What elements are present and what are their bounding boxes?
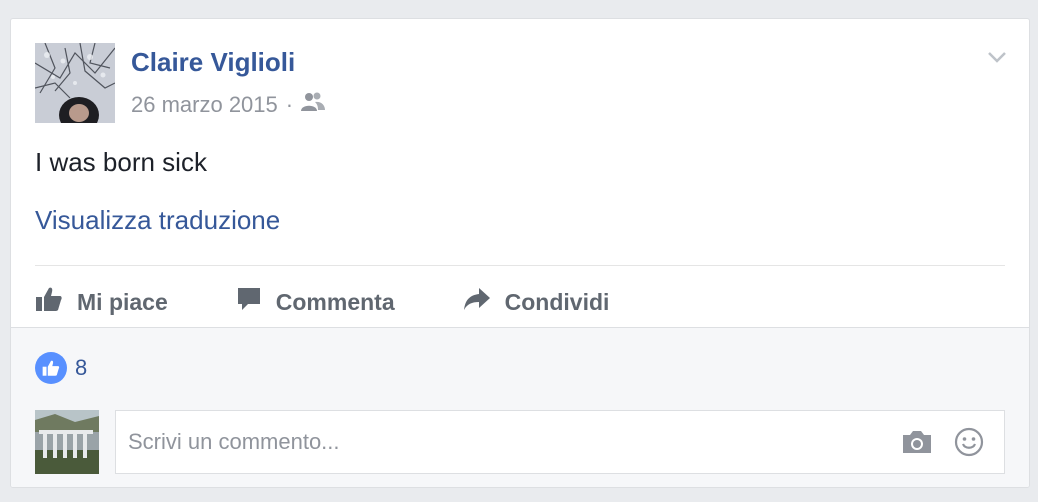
post-meta: 26 marzo 2015 ·: [131, 91, 326, 119]
like-summary[interactable]: 8: [35, 352, 87, 384]
author-avatar[interactable]: [35, 43, 115, 123]
emoji-icon[interactable]: [952, 425, 986, 459]
comment-input[interactable]: [116, 428, 900, 456]
reactions-comments-area: 8: [11, 327, 1029, 487]
meta-separator: ·: [285, 92, 294, 117]
comment-composer: [115, 410, 1005, 474]
chevron-down-icon[interactable]: [985, 45, 1009, 69]
post-text: I was born sick: [35, 147, 207, 177]
like-label: Mi piace: [77, 288, 168, 315]
like-count: 8: [75, 355, 88, 380]
post-date[interactable]: 26 marzo 2015: [131, 92, 278, 118]
see-translation-link[interactable]: Visualizza traduzione: [35, 205, 280, 236]
author-name[interactable]: Claire Viglioli: [131, 47, 295, 78]
like-button[interactable]: Mi piace: [35, 277, 168, 327]
comment-button[interactable]: Commenta: [236, 277, 395, 327]
thumbs-up-icon: [35, 285, 77, 319]
like-reaction-icon: [35, 352, 67, 384]
share-arrow-icon: [463, 286, 505, 318]
share-button[interactable]: Condividi: [463, 277, 610, 327]
current-user-avatar: [35, 410, 99, 474]
comment-label: Commenta: [275, 288, 395, 315]
divider: [35, 265, 1005, 266]
action-bar: Mi piace Commenta Condividi: [35, 277, 677, 327]
friends-icon[interactable]: [301, 91, 326, 119]
comment-bubble-icon: [236, 286, 276, 318]
post-card: Claire Viglioli 26 marzo 2015 · I was bo…: [10, 18, 1030, 488]
camera-icon[interactable]: [900, 425, 934, 459]
share-label: Condividi: [504, 288, 610, 315]
